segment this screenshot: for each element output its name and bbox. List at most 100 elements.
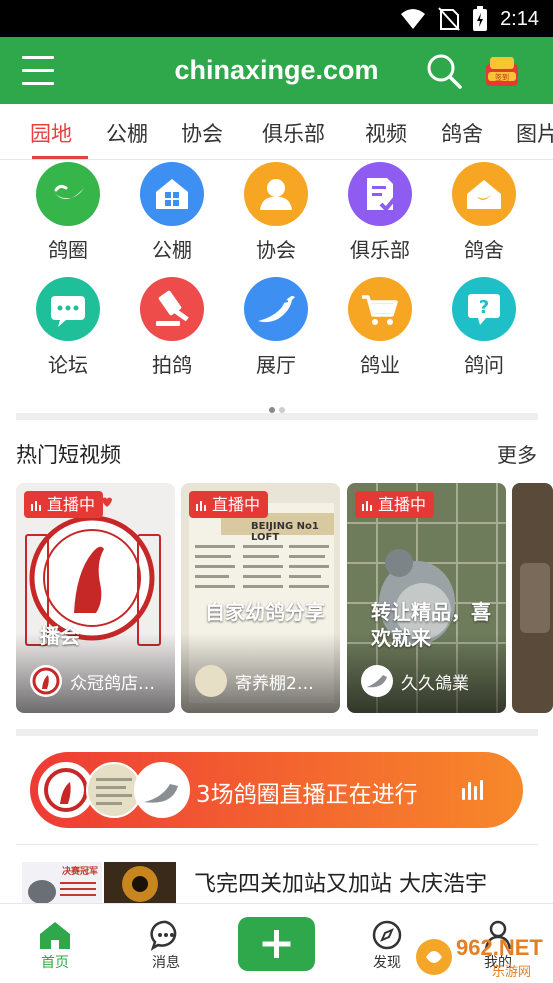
- battery-charging-icon: [473, 6, 488, 31]
- grid-label: 协会: [256, 238, 296, 262]
- grid-label: 展厅: [256, 353, 296, 377]
- cart-icon: [348, 277, 412, 341]
- grid-item-auction[interactable]: 拍鸽: [120, 277, 224, 378]
- news-thumbnail[interactable]: 决赛冠军: [22, 862, 176, 906]
- publish-button[interactable]: [238, 917, 315, 971]
- grid-item-showroom[interactable]: 展厅: [224, 277, 328, 378]
- home-icon: [40, 922, 70, 949]
- site-title: chinaxinge.com: [174, 55, 379, 85]
- grid-label: 鸽圈: [48, 238, 88, 262]
- watermark-sub: 乐游网: [492, 965, 532, 980]
- video-card[interactable]: 直播中 播会 众冠鸽店…: [16, 483, 175, 713]
- no-sim-icon: [438, 7, 460, 31]
- list-divider: [16, 844, 538, 845]
- grid-item-forum[interactable]: 论坛: [16, 277, 120, 378]
- plus-icon: [262, 930, 291, 958]
- live-bars-icon: [196, 500, 206, 511]
- message-icon: [150, 920, 177, 951]
- live-banner-text: 3场鸽圈直播正在进行: [196, 782, 418, 808]
- live-bars-icon: [362, 500, 372, 511]
- live-badge: 直播中: [189, 491, 269, 518]
- more-link[interactable]: 更多: [497, 439, 537, 468]
- video-author: 众冠鸽店…: [30, 665, 155, 697]
- section-title-hot-videos: 热门短视频: [16, 443, 121, 467]
- tab-garden[interactable]: 园地: [30, 118, 72, 148]
- nav-label: 消息: [152, 955, 180, 971]
- grid-label: 鸽问: [464, 353, 504, 377]
- home-bird-icon: [452, 162, 516, 226]
- sign-label: 签到: [495, 73, 509, 82]
- live-badge: 直播中: [24, 491, 104, 518]
- live-badge-label: 直播中: [378, 495, 427, 514]
- video-title: 转让精品，喜欢就来: [371, 600, 491, 650]
- author-name: 久久鴿業: [401, 673, 469, 694]
- status-time: 2:14: [500, 7, 539, 30]
- video-thumbnail: [520, 563, 550, 633]
- doc-check-icon: [348, 162, 412, 226]
- video-title: 自家幼鸽分享: [205, 600, 325, 624]
- grid-item-pigeon-circle[interactable]: 鸽圈: [16, 162, 120, 263]
- status-bar: 2:14: [0, 0, 553, 37]
- live-now-banner[interactable]: 3场鸽圈直播正在进行: [30, 752, 523, 828]
- avatar: [30, 665, 62, 697]
- grid-item-questions[interactable]: ? 鸽问: [432, 277, 536, 378]
- question-icon: ?: [452, 277, 516, 341]
- author-name: 众冠鸽店…: [70, 673, 155, 694]
- nav-label: 首页: [41, 955, 69, 971]
- live-bars-icon: [31, 500, 41, 511]
- watermark-text: 962.NET: [456, 935, 543, 960]
- site-watermark: 962.NET 乐游网: [414, 935, 549, 980]
- live-badge-label: 直播中: [212, 495, 261, 514]
- tab-pictures[interactable]: 图片: [516, 118, 553, 148]
- nav-home[interactable]: 首页: [15, 918, 95, 972]
- pigeon-icon: [244, 277, 308, 341]
- video-card[interactable]: 直播中 转让精品，喜欢就来 久久鴿業: [347, 483, 506, 713]
- house-icon: [140, 162, 204, 226]
- live-bars-icon: [462, 780, 483, 800]
- wifi-icon: [401, 9, 426, 29]
- avatar: [134, 762, 190, 818]
- svg-text:?: ?: [479, 297, 489, 318]
- video-card[interactable]: [512, 483, 553, 713]
- category-tabs: 园地 公棚 协会 俱乐部 视频 鸽舍 图片: [0, 104, 553, 160]
- nav-messages[interactable]: 消息: [126, 918, 206, 972]
- person-icon: [244, 162, 308, 226]
- video-title: 播会: [40, 624, 80, 648]
- avatar: [361, 665, 393, 697]
- grid-label: 鸽舍: [464, 238, 504, 262]
- video-card[interactable]: BEIJING No1 LOFT 直播中 自家幼鸽分享 寄养棚2…: [181, 483, 340, 713]
- news-thumb-text: 决赛冠军: [62, 867, 99, 877]
- active-tab-indicator: [32, 156, 88, 159]
- grid-item-club[interactable]: 俱乐部: [328, 162, 432, 263]
- grid-label: 公棚: [152, 238, 192, 262]
- avatar: [195, 665, 227, 697]
- sign-in-gift-icon[interactable]: 签到: [482, 54, 522, 90]
- tab-loft[interactable]: 公棚: [106, 118, 148, 148]
- grid-label: 拍鸽: [152, 353, 192, 377]
- grid-item-association[interactable]: 协会: [224, 162, 328, 263]
- thumb-banner-text: BEIJING No1 LOFT: [251, 521, 319, 543]
- live-badge-label: 直播中: [47, 495, 96, 514]
- author-name: 寄养棚2…: [235, 673, 314, 694]
- news-title[interactable]: 飞完四关加站又加站 大庆浩宇: [194, 866, 487, 898]
- tab-pigeon-house[interactable]: 鸽舍: [441, 118, 483, 148]
- live-badge: 直播中: [355, 491, 435, 518]
- grid-item-pigeon-house[interactable]: 鸽舍: [432, 162, 536, 263]
- grid-item-loft[interactable]: 公棚: [120, 162, 224, 263]
- gavel-icon: [140, 277, 204, 341]
- tab-association[interactable]: 协会: [181, 118, 223, 148]
- tab-club[interactable]: 俱乐部: [262, 118, 325, 148]
- chat-icon: [36, 277, 100, 341]
- video-author: 寄养棚2…: [195, 665, 314, 697]
- app-header: chinaxinge.com 签到: [0, 37, 553, 104]
- grid-item-industry[interactable]: 鸽业: [328, 277, 432, 378]
- search-icon[interactable]: [426, 53, 462, 89]
- grid-label: 俱乐部: [350, 238, 410, 262]
- tab-video[interactable]: 视频: [365, 118, 407, 148]
- section-divider: [16, 413, 538, 420]
- compass-icon: [372, 920, 402, 950]
- video-author: 久久鴿業: [361, 665, 469, 697]
- grid-label: 鸽业: [360, 353, 400, 377]
- leaf-bubble-icon: [36, 162, 100, 226]
- grid-label: 论坛: [48, 353, 88, 377]
